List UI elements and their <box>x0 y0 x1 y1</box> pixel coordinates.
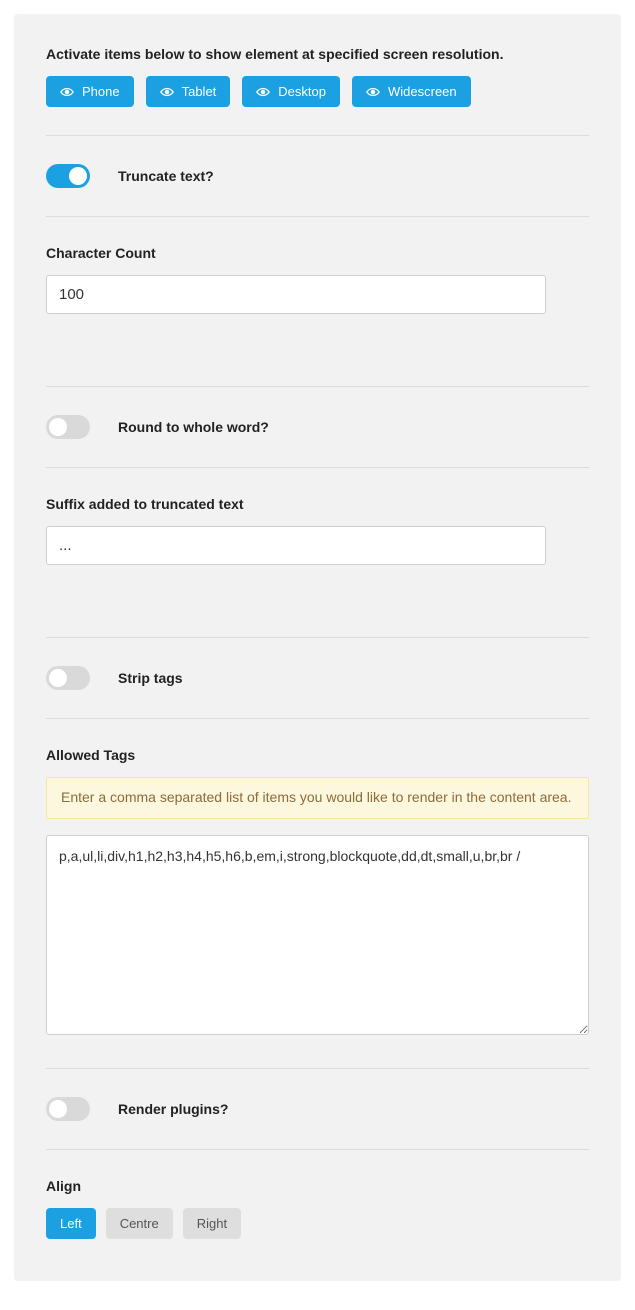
eye-icon <box>160 87 174 97</box>
suffix-section: Suffix added to truncated text <box>46 467 589 613</box>
align-right-button[interactable]: Right <box>183 1208 241 1239</box>
render-plugins-toggle[interactable] <box>46 1097 90 1121</box>
resolution-desktop-button[interactable]: Desktop <box>242 76 340 107</box>
resolution-widescreen-label: Widescreen <box>388 84 457 99</box>
resolution-buttons: Phone Tablet Desktop Widescreen <box>46 76 589 107</box>
allowed-tags-input[interactable] <box>46 835 589 1035</box>
eye-icon <box>366 87 380 97</box>
truncate-label: Truncate text? <box>118 168 214 184</box>
allowed-tags-label: Allowed Tags <box>46 747 589 763</box>
character-count-section: Character Count <box>46 216 589 362</box>
align-options: Left Centre Right <box>46 1208 589 1239</box>
align-label: Align <box>46 1178 589 1194</box>
resolution-widescreen-button[interactable]: Widescreen <box>352 76 471 107</box>
resolution-tablet-button[interactable]: Tablet <box>146 76 231 107</box>
round-word-toggle[interactable] <box>46 415 90 439</box>
character-count-input[interactable] <box>46 275 546 314</box>
resolution-phone-label: Phone <box>82 84 120 99</box>
render-plugins-label: Render plugins? <box>118 1101 228 1117</box>
truncate-section: Truncate text? <box>46 135 589 216</box>
strip-tags-toggle[interactable] <box>46 666 90 690</box>
render-plugins-section: Render plugins? <box>46 1068 589 1149</box>
align-centre-button[interactable]: Centre <box>106 1208 173 1239</box>
round-word-label: Round to whole word? <box>118 419 269 435</box>
resolution-tablet-label: Tablet <box>182 84 217 99</box>
allowed-tags-hint: Enter a comma separated list of items yo… <box>46 777 589 819</box>
strip-tags-label: Strip tags <box>118 670 183 686</box>
suffix-input[interactable] <box>46 526 546 565</box>
character-count-label: Character Count <box>46 245 589 261</box>
resolution-section: Activate items below to show element at … <box>46 46 589 135</box>
suffix-label: Suffix added to truncated text <box>46 496 589 512</box>
settings-panel: Activate items below to show element at … <box>14 14 621 1281</box>
truncate-toggle[interactable] <box>46 164 90 188</box>
resolution-desktop-label: Desktop <box>278 84 326 99</box>
align-left-button[interactable]: Left <box>46 1208 96 1239</box>
resolution-intro: Activate items below to show element at … <box>46 46 589 62</box>
round-word-section: Round to whole word? <box>46 386 589 467</box>
align-section: Align Left Centre Right <box>46 1149 589 1249</box>
allowed-tags-section: Allowed Tags Enter a comma separated lis… <box>46 718 589 1068</box>
strip-tags-section: Strip tags <box>46 637 589 718</box>
resolution-phone-button[interactable]: Phone <box>46 76 134 107</box>
eye-icon <box>60 87 74 97</box>
eye-icon <box>256 87 270 97</box>
